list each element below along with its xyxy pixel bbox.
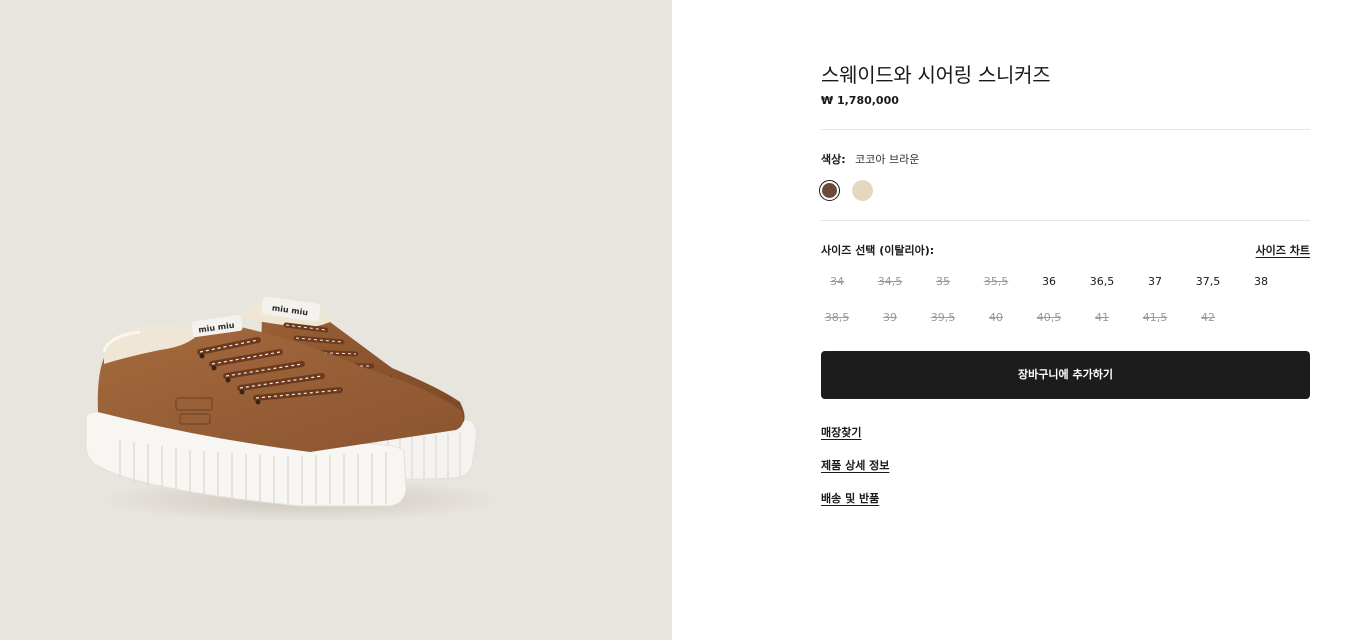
color-selection: 색상: 코코아 브라운 [821, 151, 919, 167]
size-option[interactable]: 41,5 [1131, 304, 1179, 332]
divider [821, 220, 1310, 221]
product-title: 스웨이드와 시어링 스니커즈 [821, 63, 1051, 87]
size-option[interactable]: 39 [866, 304, 914, 332]
size-grid: 34 34,5 35 35,5 36 36,5 37 37,5 38 38,5 39 39,5 40 40… [821, 268, 1310, 328]
product-info-panel: 스웨이드와 시어링 스니커즈 ₩ 1,780,000 색상: 코코아 브라운 사… [819, 0, 1310, 640]
color-label: 색상: [821, 153, 846, 166]
product-details-link[interactable]: 제품 상세 정보 [821, 457, 889, 473]
divider [821, 129, 1310, 130]
size-option[interactable]: 37 [1131, 268, 1179, 296]
size-option[interactable]: 35,5 [972, 268, 1020, 296]
size-chart-link[interactable]: 사이즈 차트 [1256, 242, 1310, 258]
selected-color-name: 코코아 브라운 [855, 153, 920, 166]
size-option[interactable]: 40,5 [1025, 304, 1073, 332]
size-option[interactable]: 35 [919, 268, 967, 296]
size-option[interactable]: 36,5 [1078, 268, 1126, 296]
swatch-cream[interactable] [852, 180, 873, 201]
swatch-cocoa-brown[interactable] [819, 180, 840, 201]
store-finder-link[interactable]: 매장찾기 [821, 424, 861, 440]
shipping-returns-link[interactable]: 배송 및 반품 [821, 490, 879, 506]
product-image-panel: miu miu miu miu [0, 0, 672, 640]
size-option[interactable]: 36 [1025, 268, 1073, 296]
size-option[interactable]: 40 [972, 304, 1020, 332]
add-to-cart-button[interactable]: 장바구니에 추가하기 [821, 351, 1310, 399]
size-option[interactable]: 38 [1237, 268, 1285, 296]
product-price: ₩ 1,780,000 [821, 94, 899, 107]
size-option[interactable]: 42 [1184, 304, 1232, 332]
size-option[interactable]: 41 [1078, 304, 1126, 332]
size-option[interactable]: 39,5 [919, 304, 967, 332]
sneaker-image: miu miu miu miu [85, 296, 500, 522]
color-swatches [819, 180, 921, 202]
swatch-cocoa-brown-fill [822, 183, 837, 198]
size-option[interactable]: 34,5 [866, 268, 914, 296]
size-option[interactable]: 34 [813, 268, 861, 296]
size-label: 사이즈 선택 (이탈리아): [821, 244, 935, 257]
size-option[interactable]: 38,5 [813, 304, 861, 332]
size-option[interactable]: 37,5 [1184, 268, 1232, 296]
